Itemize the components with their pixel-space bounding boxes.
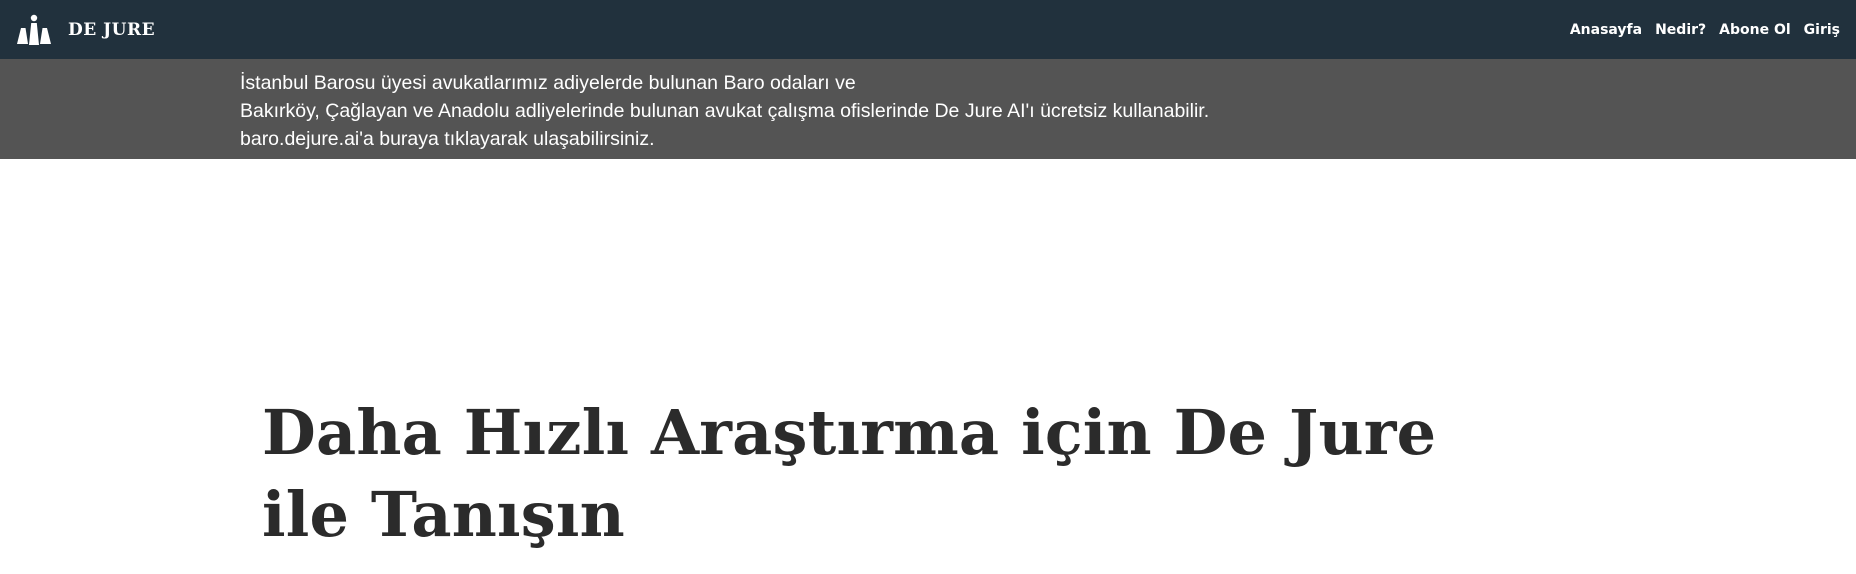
banner-line-1: İstanbul Barosu üyesi avukatlarımız adiy… [240, 72, 856, 94]
brand-name: DE JURE [68, 19, 156, 40]
hero-title-line-1: Daha Hızlı Araştırma için De Jure [262, 396, 1437, 469]
baro-dejure-link[interactable]: baro.dejure.ai'a buraya tıklayarak ulaşa… [240, 128, 655, 150]
scales-of-justice-icon [17, 14, 51, 45]
announcement-banner: İstanbul Barosu üyesi avukatlarımız adiy… [0, 59, 1856, 159]
nav-link-giris[interactable]: Giriş [1804, 22, 1840, 38]
hero-title-line-2: ile Tanışın [262, 478, 625, 551]
banner-line-2: Bakırköy, Çağlayan ve Anadolu adliyeleri… [240, 100, 1210, 122]
top-navbar: DE JURE Anasayfa Nedir? Abone Ol Giriş [0, 0, 1856, 59]
brand-home-link[interactable]: DE JURE [16, 14, 155, 46]
nav-link-nedir[interactable]: Nedir? [1655, 22, 1706, 38]
hero-title: Daha Hızlı Araştırma için De Jure ile Ta… [262, 392, 1512, 556]
hero-section: Daha Hızlı Araştırma için De Jure ile Ta… [262, 392, 1512, 556]
main-nav: Anasayfa Nedir? Abone Ol Giriş [1570, 22, 1840, 38]
nav-link-anasayfa[interactable]: Anasayfa [1570, 22, 1642, 38]
banner-line-3: baro.dejure.ai'a buraya tıklayarak ulaşa… [240, 125, 1856, 153]
nav-link-abone-ol[interactable]: Abone Ol [1719, 22, 1791, 38]
